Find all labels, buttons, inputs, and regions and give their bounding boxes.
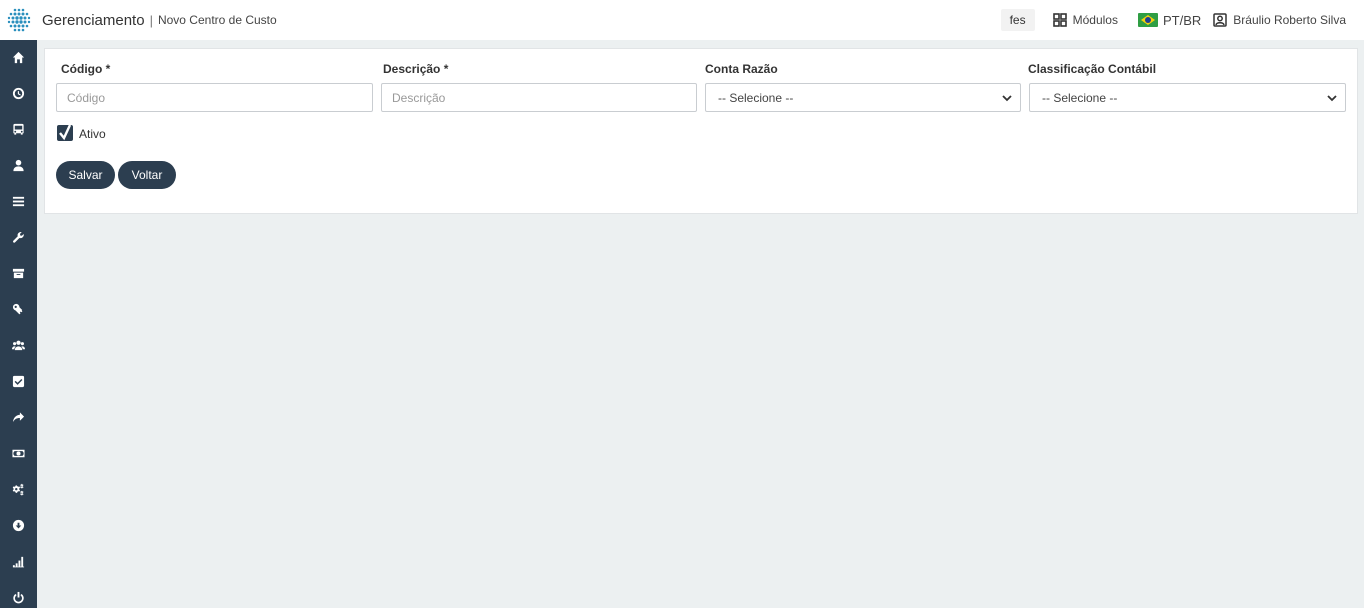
share-icon: [12, 411, 25, 422]
money-icon: [12, 449, 25, 457]
classificacao-select[interactable]: -- Selecione --: [1029, 83, 1346, 112]
power-icon: [13, 591, 24, 603]
top-header: Gerenciamento | Novo Centro de Custo fes…: [0, 0, 1364, 40]
classificacao-label: Classificação Contábil: [1028, 62, 1157, 76]
user-profile-icon: [1213, 13, 1228, 27]
page-title: Novo Centro de Custo: [157, 13, 277, 27]
users-icon: [12, 340, 25, 350]
sidebar-item-logout[interactable]: [0, 587, 37, 607]
checkmark-icon: [59, 124, 72, 141]
modules-label: Módulos: [1072, 13, 1118, 27]
modules-menu[interactable]: Módulos: [1052, 13, 1118, 27]
codigo-label: Código *: [61, 62, 111, 76]
form-card: Código * Descrição * Conta Razão -- Sele…: [44, 48, 1358, 214]
chevron-down-icon: [1002, 95, 1012, 102]
sidebar-item-list[interactable]: [0, 191, 37, 211]
user-menu[interactable]: Bráulio Roberto Silva: [1213, 13, 1346, 27]
bus-icon: [13, 123, 24, 135]
sidebar-item-download[interactable]: [0, 515, 37, 535]
sidebar: [0, 40, 37, 608]
conta-razao-selected: -- Selecione --: [718, 90, 794, 105]
sidebar-item-share[interactable]: [0, 407, 37, 427]
sidebar-item-history[interactable]: [0, 83, 37, 103]
app-title: Gerenciamento: [42, 11, 145, 29]
conta-razao-select[interactable]: -- Selecione --: [705, 83, 1021, 112]
title-separator: |: [149, 12, 153, 28]
sidebar-item-reports[interactable]: [0, 551, 37, 571]
back-button[interactable]: Voltar: [118, 161, 176, 189]
ativo-checkbox[interactable]: [57, 124, 73, 141]
sidebar-item-finance[interactable]: [0, 443, 37, 463]
brazil-flag-icon: [1137, 13, 1158, 27]
modules-grid-icon: [1052, 13, 1067, 27]
sidebar-item-home[interactable]: [0, 47, 37, 67]
download-icon: [12, 519, 25, 531]
classificacao-selected: -- Selecione --: [1042, 90, 1118, 105]
signal-icon: [12, 556, 25, 567]
sidebar-item-access[interactable]: [0, 299, 37, 319]
key-icon: [12, 303, 23, 314]
user-icon: [13, 159, 24, 171]
checkbox-icon: [12, 375, 25, 387]
ativo-label: Ativo: [79, 127, 106, 141]
user-name: Bráulio Roberto Silva: [1233, 13, 1346, 27]
descricao-input[interactable]: [381, 83, 697, 112]
save-button[interactable]: Salvar: [56, 161, 115, 189]
sidebar-item-fleet[interactable]: [0, 119, 37, 139]
language-selector[interactable]: PT/BR: [1137, 12, 1202, 28]
conta-razao-label: Conta Razão: [705, 62, 778, 76]
sidebar-item-groups[interactable]: [0, 335, 37, 355]
chevron-down-icon: [1327, 95, 1337, 102]
language-label: PT/BR: [1162, 12, 1202, 28]
app-logo-icon[interactable]: [0, 0, 37, 40]
company-chip[interactable]: fes: [1000, 9, 1035, 31]
list-icon: [12, 196, 25, 206]
sidebar-item-archive[interactable]: [0, 263, 37, 283]
sidebar-item-person[interactable]: [0, 155, 37, 175]
sidebar-item-tasks[interactable]: [0, 371, 37, 391]
wrench-icon: [13, 231, 24, 243]
home-icon: [12, 51, 25, 63]
sidebar-item-settings[interactable]: [0, 479, 37, 499]
sidebar-item-maintenance[interactable]: [0, 227, 37, 247]
cogs-icon: [12, 483, 24, 495]
codigo-input[interactable]: [56, 83, 373, 112]
clock-icon: [12, 87, 25, 99]
archive-icon: [12, 268, 25, 278]
descricao-label: Descrição *: [383, 62, 449, 76]
